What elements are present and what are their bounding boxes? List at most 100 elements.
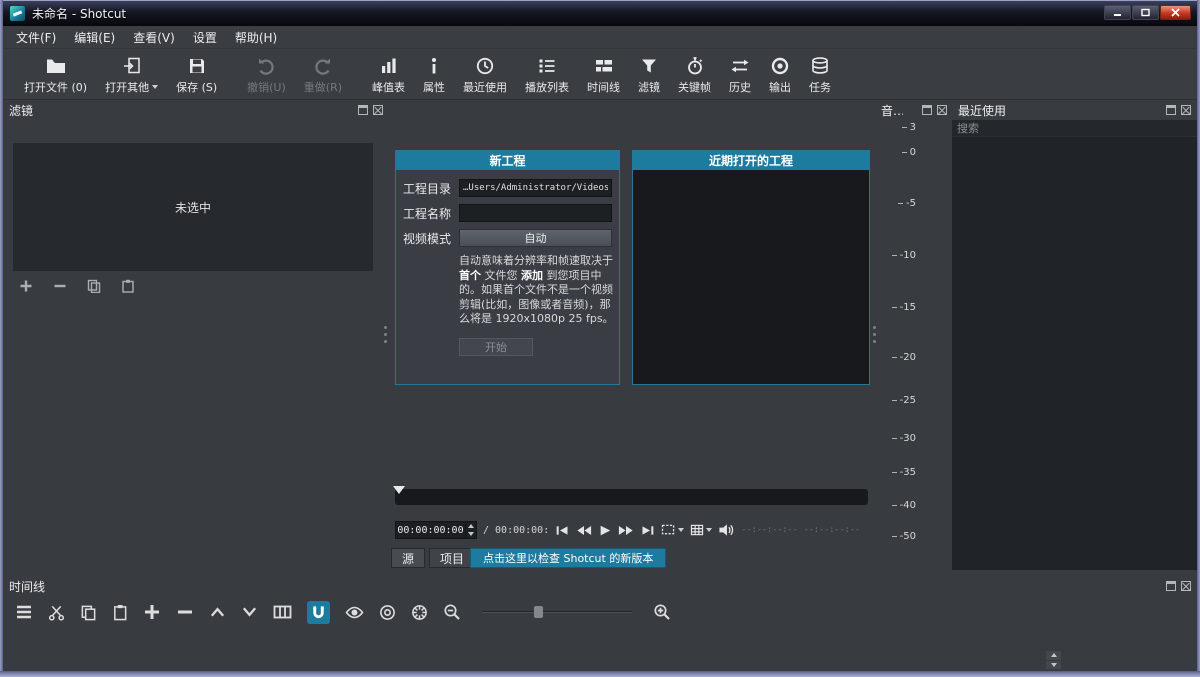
record-circle-icon — [770, 54, 790, 77]
video-mode-description: 自动意味着分辨率和帧速取决于首个 文件您 添加 到您项目中的。如果首个文件不是一… — [459, 254, 617, 327]
menu-edit[interactable]: 编辑(E) — [65, 25, 124, 50]
history-button[interactable]: 历史 — [720, 53, 760, 96]
timeline-menu-button[interactable] — [15, 604, 33, 620]
close-button[interactable] — [1160, 5, 1191, 20]
skip-to-start-button[interactable] — [555, 524, 570, 537]
close-panel-icon[interactable] — [373, 105, 383, 115]
splitter-handle[interactable] — [873, 326, 876, 343]
search-input[interactable] — [952, 120, 1197, 137]
tab-project[interactable]: 项目 — [429, 548, 475, 568]
save-button[interactable]: 保存 (S) — [167, 53, 226, 96]
float-panel-icon[interactable] — [358, 105, 368, 115]
title-bar[interactable]: 未命名 - Shotcut — [0, 0, 1200, 26]
rewind-button[interactable] — [576, 524, 592, 537]
volume-button[interactable] — [718, 523, 735, 537]
zoom-slider[interactable] — [482, 605, 632, 619]
ripple-button[interactable] — [379, 604, 396, 621]
project-name-input[interactable] — [459, 204, 612, 222]
close-panel-icon[interactable] — [1181, 581, 1191, 591]
in-point-timecode: --:--:--:-- — [741, 525, 797, 535]
dropdown-caret-icon — [152, 85, 158, 89]
timeline-scrollbar[interactable] — [1046, 651, 1061, 669]
maximize-button[interactable] — [1132, 5, 1159, 20]
paste-icon — [112, 604, 128, 621]
db-scale-label: 0 — [884, 147, 916, 158]
peak-meter-button[interactable]: 峰值表 — [363, 53, 414, 96]
jobs-button[interactable]: 任务 — [800, 53, 840, 96]
filters-empty-state: 未选中 — [13, 143, 373, 271]
paste-button[interactable] — [112, 604, 128, 621]
grid-button[interactable] — [690, 524, 712, 536]
scroll-up-icon[interactable] — [1046, 651, 1061, 660]
filters-button[interactable]: 滤镜 — [629, 53, 669, 96]
menu-view[interactable]: 查看(V) — [124, 25, 184, 50]
float-panel-icon[interactable] — [1166, 581, 1176, 591]
stopwatch-icon — [685, 54, 705, 77]
open-file-button[interactable]: 打开文件 (0) — [15, 53, 96, 96]
recent-button[interactable]: 最近使用 — [454, 53, 516, 96]
skip-end-icon — [640, 524, 655, 537]
video-mode-button[interactable]: 自动 — [459, 229, 612, 247]
keyframes-button[interactable]: 关键帧 — [669, 53, 720, 96]
add-filter-button[interactable] — [15, 278, 37, 294]
recent-projects-list[interactable] — [633, 170, 869, 384]
selection-icon — [661, 524, 676, 536]
menu-help[interactable]: 帮助(H) — [226, 25, 286, 50]
float-panel-icon[interactable] — [1166, 105, 1176, 115]
properties-button[interactable]: 属性 — [414, 53, 454, 96]
minimize-button[interactable] — [1104, 5, 1131, 20]
db-scale-label: -40 — [884, 500, 916, 511]
float-panel-icon[interactable] — [922, 105, 932, 115]
overwrite-button[interactable] — [241, 605, 258, 619]
position-spinbox[interactable]: 00:00:00:00 — [395, 521, 477, 539]
ripple-all-icon — [411, 604, 428, 621]
snap-toggle-button[interactable] — [307, 601, 330, 624]
place-button[interactable] — [273, 604, 292, 620]
ripple-delete-button[interactable] — [176, 603, 194, 621]
scrub-while-dragging-button[interactable] — [345, 605, 364, 620]
spin-down-icon[interactable] — [466, 530, 476, 538]
append-button[interactable] — [143, 603, 161, 621]
zoom-slider-handle[interactable] — [534, 606, 543, 618]
tab-source[interactable]: 源 — [391, 548, 425, 568]
timeline-button[interactable]: 时间线 — [578, 53, 629, 96]
skip-to-end-button[interactable] — [640, 524, 655, 537]
eye-icon — [345, 605, 364, 620]
recent-panel: 最近使用 — [952, 100, 1197, 570]
fast-forward-button[interactable] — [618, 524, 634, 537]
remove-filter-button[interactable] — [49, 278, 71, 294]
export-button[interactable]: 输出 — [760, 53, 800, 96]
recent-projects-panel: 近期打开的工程 — [632, 150, 870, 385]
spin-up-icon[interactable] — [466, 522, 476, 530]
scroll-down-icon[interactable] — [1046, 661, 1061, 670]
window-title: 未命名 - Shotcut — [32, 5, 126, 22]
plus-icon — [19, 279, 33, 293]
menu-file[interactable]: 文件(F) — [7, 25, 65, 50]
play-button[interactable] — [598, 524, 612, 537]
copy-filters-button[interactable] — [83, 278, 105, 294]
zoom-out-button[interactable] — [443, 603, 461, 621]
project-folder-input[interactable] — [459, 179, 612, 197]
playhead-icon[interactable] — [393, 486, 405, 494]
ripple-all-tracks-button[interactable] — [411, 604, 428, 621]
copy-button[interactable] — [80, 604, 97, 621]
playlist-button[interactable]: 播放列表 — [516, 53, 578, 96]
close-panel-icon[interactable] — [937, 105, 947, 115]
menu-settings[interactable]: 设置 — [184, 25, 226, 50]
seek-bar[interactable] — [395, 489, 868, 505]
lift-button[interactable] — [209, 605, 226, 619]
check-update-button[interactable]: 点击这里以检查 Shotcut 的新版本 — [470, 548, 666, 568]
splitter-handle[interactable] — [384, 326, 387, 343]
cut-button[interactable] — [48, 604, 65, 621]
close-panel-icon[interactable] — [1181, 105, 1191, 115]
recent-files-list[interactable] — [952, 137, 1197, 570]
open-other-button[interactable]: 打开其他 — [96, 53, 167, 96]
plus-icon — [143, 603, 161, 621]
in-out-selector-button[interactable] — [661, 524, 684, 536]
recent-projects-title: 近期打开的工程 — [633, 151, 869, 170]
undo-button: 撤销(U) — [238, 53, 295, 96]
audio-meter-title: 音… — [881, 102, 903, 119]
timeline-panel-title: 时间线 — [9, 578, 45, 595]
zoom-in-button[interactable] — [653, 603, 671, 621]
paste-filters-button[interactable] — [117, 278, 139, 294]
